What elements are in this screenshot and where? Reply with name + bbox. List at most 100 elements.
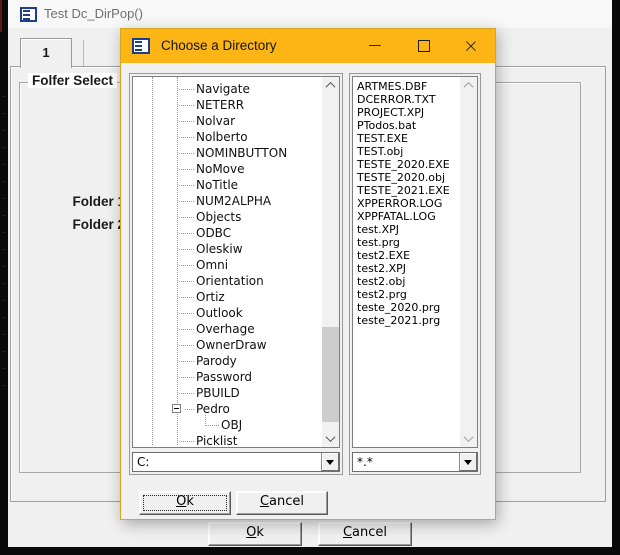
scroll-up-button[interactable] <box>322 77 339 94</box>
tree-item[interactable]: Ortiz <box>133 289 322 305</box>
tree-item-label: PBUILD <box>196 386 240 400</box>
file-item[interactable]: PTodos.bat <box>353 119 460 132</box>
file-item[interactable]: test2.obj <box>353 275 460 288</box>
scroll-down-button[interactable] <box>322 430 339 447</box>
tree-scrollbar[interactable] <box>322 77 339 447</box>
parent-cancel-button[interactable]: Cancel <box>318 522 412 546</box>
folder2-label: Folder 2 <box>60 217 125 232</box>
parent-ok-button[interactable]: Ok <box>208 522 302 546</box>
file-item[interactable]: ARTMES.DBF <box>353 80 460 93</box>
drive-dropdown-button[interactable] <box>321 453 339 471</box>
filter-combobox[interactable]: *.* <box>352 452 478 472</box>
tree-item-label: NoTitle <box>196 178 238 192</box>
filter-dropdown-button[interactable] <box>459 453 477 471</box>
scrollbar-thumb[interactable] <box>322 327 339 422</box>
tree-item-label: Parody <box>196 354 237 368</box>
file-rows: ARTMES.DBF DCERROR.TXT PROJECT.XPJ PTodo… <box>353 80 460 327</box>
background-window-left-edge <box>0 0 8 555</box>
tree-item-label: Outlook <box>196 306 243 320</box>
dialog-ok-button[interactable]: Ok <box>139 491 231 515</box>
background-window-right-edge <box>612 0 620 555</box>
chevron-down-icon <box>326 432 336 442</box>
tree-item[interactable]: Orientation <box>133 273 322 289</box>
tree-item[interactable]: NOMINBUTTON <box>133 145 322 161</box>
file-item[interactable]: TESTE_2021.EXE <box>353 184 460 197</box>
tree-item[interactable]: Objects <box>133 209 322 225</box>
tree-item-label: NoMove <box>196 162 245 176</box>
file-item[interactable]: test2.prg <box>353 288 460 301</box>
tree-item[interactable]: ODBC <box>133 225 322 241</box>
file-listbox[interactable]: ARTMES.DBF DCERROR.TXT PROJECT.XPJ PTodo… <box>352 76 478 448</box>
tree-item-label: Oleskiw <box>196 242 243 256</box>
tree-item[interactable]: OBJ <box>133 417 322 433</box>
tree-item[interactable]: Picklist <box>133 433 322 448</box>
file-item[interactable]: test2.XPJ <box>353 262 460 275</box>
files-scrollbar[interactable] <box>460 77 477 447</box>
tree-item[interactable]: Oleskiw <box>133 241 322 257</box>
dialog-cancel-button[interactable]: Cancel <box>236 491 328 515</box>
file-item[interactable]: TESTE_2020.obj <box>353 171 460 184</box>
directory-tree-listbox[interactable]: Navigate NETERR Nolvar <box>132 76 340 448</box>
minimize-icon: — <box>369 33 382 59</box>
tree-item[interactable]: Navigate <box>133 81 322 97</box>
tree-item[interactable]: Overhage <box>133 321 322 337</box>
tree-item[interactable]: NoTitle <box>133 177 322 193</box>
file-item[interactable]: TEST.EXE <box>353 132 460 145</box>
dialog-title: Choose a Directory <box>161 38 277 53</box>
tree-item-label: Navigate <box>196 82 250 96</box>
tree-item-label: Picklist <box>196 434 237 448</box>
minimize-button[interactable]: — <box>360 33 390 59</box>
choose-directory-dialog: Choose a Directory — × <box>120 28 496 520</box>
tree-item-label: NOMINBUTTON <box>196 146 287 160</box>
scroll-down-button[interactable] <box>460 430 477 447</box>
drive-value: C: <box>137 455 149 469</box>
file-item[interactable]: PROJECT.XPJ <box>353 106 460 119</box>
tab-strip-divider <box>83 40 84 66</box>
tree-item[interactable]: Nolvar <box>133 113 322 129</box>
screen: Test Dc_DirPop() 1 Folfer Select Folder … <box>0 0 620 555</box>
tree-item[interactable]: NUM2ALPHA <box>133 193 322 209</box>
tree-item[interactable]: PBUILD <box>133 385 322 401</box>
files-panel: ARTMES.DBF DCERROR.TXT PROJECT.XPJ PTodo… <box>349 73 481 475</box>
close-button[interactable]: × <box>456 33 486 59</box>
file-item[interactable]: test2.EXE <box>353 249 460 262</box>
tree-item-label: OBJ <box>221 418 242 432</box>
file-item[interactable]: teste_2020.prg <box>353 301 460 314</box>
file-item[interactable]: test.XPJ <box>353 223 460 236</box>
tree-item-label: Nolberto <box>196 130 248 144</box>
tree-item[interactable]: OwnerDraw <box>133 337 322 353</box>
file-item[interactable]: DCERROR.TXT <box>353 93 460 106</box>
groupbox-label: Folfer Select <box>28 73 117 88</box>
tree-item[interactable]: Password <box>133 369 322 385</box>
tree-item-label: Nolvar <box>196 114 235 128</box>
tree-item[interactable]: Pedro <box>133 401 322 417</box>
tree-rows: Navigate NETERR Nolvar <box>133 81 322 448</box>
file-item[interactable]: TESTE_2020.EXE <box>353 158 460 171</box>
tree-item-label: Password <box>196 370 252 384</box>
tree-item-label: NETERR <box>196 98 244 112</box>
scroll-up-button[interactable] <box>460 77 477 94</box>
dialog-titlebar[interactable]: Choose a Directory — × <box>121 29 495 63</box>
parent-window-title: Test Dc_DirPop() <box>44 6 143 21</box>
directory-panel: Navigate NETERR Nolvar <box>129 73 343 475</box>
file-item[interactable]: test.prg <box>353 236 460 249</box>
tree-item-label: Pedro <box>196 402 230 416</box>
maximize-button[interactable] <box>409 33 439 59</box>
file-item[interactable]: TEST.obj <box>353 145 460 158</box>
drive-combobox[interactable]: C: <box>132 452 340 472</box>
collapse-minus-icon[interactable] <box>172 404 181 413</box>
tree-item[interactable]: Parody <box>133 353 322 369</box>
tree-item-label: NUM2ALPHA <box>196 194 271 208</box>
tree-item[interactable]: Omni <box>133 257 322 273</box>
tree-item[interactable]: Nolberto <box>133 129 322 145</box>
tab-1[interactable]: 1 <box>20 38 72 68</box>
chevron-up-icon <box>464 82 474 92</box>
file-item[interactable]: XPPERROR.LOG <box>353 197 460 210</box>
tree-item-label: OwnerDraw <box>196 338 267 352</box>
file-item[interactable]: XPPFATAL.LOG <box>353 210 460 223</box>
tree-item-label: Orientation <box>196 274 264 288</box>
tree-item[interactable]: NoMove <box>133 161 322 177</box>
tree-item[interactable]: Outlook <box>133 305 322 321</box>
tree-item[interactable]: NETERR <box>133 97 322 113</box>
file-item[interactable]: teste_2021.prg <box>353 314 460 327</box>
